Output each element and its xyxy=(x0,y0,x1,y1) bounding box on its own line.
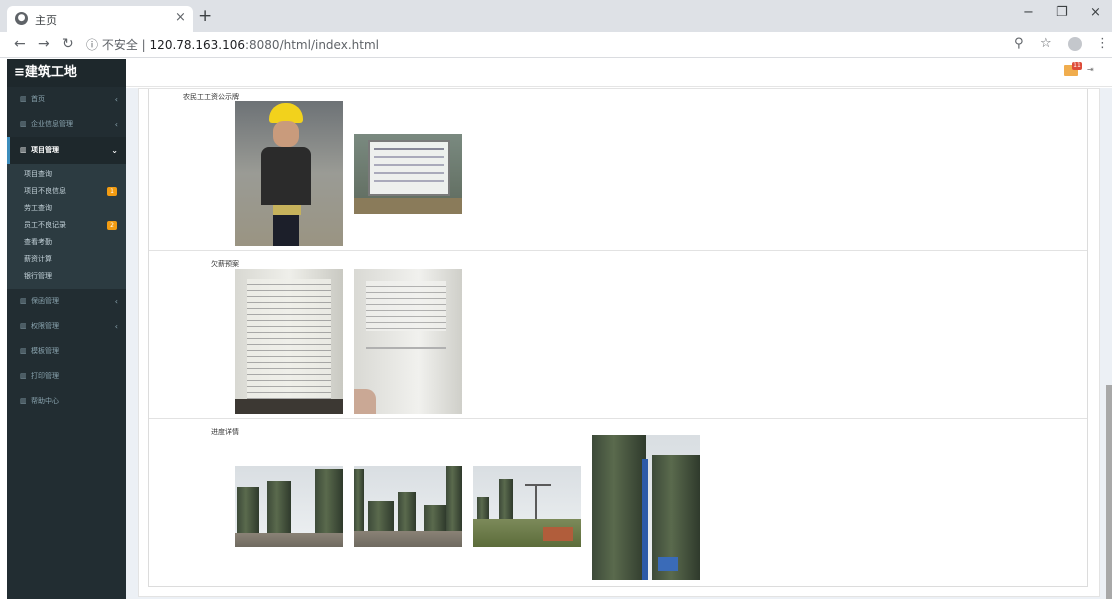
sidebar-item-label: 权限管理 xyxy=(31,322,59,330)
tab-close-button[interactable]: × xyxy=(175,10,186,25)
chart-icon: ▥ xyxy=(20,120,27,128)
sidebar-item-label: 保函管理 xyxy=(31,297,59,305)
sidebar-item-label: 企业信息管理 xyxy=(31,120,73,128)
count-badge: 2 xyxy=(107,221,117,230)
submenu-label: 员工不良记录 xyxy=(24,221,66,229)
wage-board-photo[interactable] xyxy=(354,134,462,214)
submenu-item-bank[interactable]: 银行管理 xyxy=(7,268,126,285)
globe-icon: ● xyxy=(15,12,28,25)
tower-photo[interactable] xyxy=(592,435,700,580)
url-host: 120.78.163.106 xyxy=(149,38,245,52)
page-scrollbar[interactable] xyxy=(1106,385,1112,599)
submenu-item-employee-bad-record[interactable]: 员工不良记录 2 xyxy=(7,217,126,234)
minimize-button[interactable]: − xyxy=(1023,5,1034,20)
count-badge: 1 xyxy=(107,187,117,196)
info-icon: ⓘ xyxy=(86,38,102,52)
close-window-button[interactable]: × xyxy=(1090,5,1101,20)
sidebar-item-label: 打印管理 xyxy=(31,372,59,380)
section-label: 进度详情 xyxy=(211,428,239,436)
submenu-label: 劳工查询 xyxy=(24,204,52,212)
arrears-plan-section: 欠薪预案 xyxy=(149,251,1087,419)
site-photo[interactable] xyxy=(473,466,581,547)
url-separator: | xyxy=(141,38,146,52)
chevron-left-icon: ‹ xyxy=(114,297,118,306)
wage-board-section: 农民工工资公示牌 xyxy=(149,89,1087,251)
sidebar-item-label: 项目管理 xyxy=(31,146,59,154)
star-icon[interactable]: ☆ xyxy=(1040,36,1052,51)
submenu-item-worker-query[interactable]: 劳工查询 xyxy=(7,200,126,217)
browser-tab-bar: ● 主页 × + − ❐ × xyxy=(0,0,1112,32)
sidebar: ≡建筑工地 ▥ 首页 ‹ ▥ 企业信息管理 ‹ ▥ 项目管理 ⌄ 项目查询 项目不良信息 1 … xyxy=(7,59,126,599)
back-icon[interactable]: ← xyxy=(14,36,26,52)
sidebar-item-permission[interactable]: ▥ 权限管理 ‹ xyxy=(7,314,126,339)
site-photo[interactable] xyxy=(354,466,462,547)
zoom-icon[interactable]: ⚲ xyxy=(1014,36,1024,51)
submenu-label: 项目查询 xyxy=(24,170,52,178)
chart-icon: ▥ xyxy=(20,297,27,305)
chevron-left-icon: ‹ xyxy=(114,95,118,104)
chart-icon: ▥ xyxy=(20,95,27,103)
submenu-item-project-bad-info[interactable]: 项目不良信息 1 xyxy=(7,183,126,200)
submenu-item-project-query[interactable]: 项目查询 xyxy=(7,166,126,183)
chevron-down-icon: ⌄ xyxy=(111,146,118,155)
site-photo[interactable] xyxy=(235,466,343,547)
menu-icon[interactable]: ⋮ xyxy=(1096,36,1109,51)
sidebar-item-help[interactable]: ▥ 帮助中心 xyxy=(7,389,126,414)
new-tab-button[interactable]: + xyxy=(198,6,212,26)
reload-icon[interactable]: ↻ xyxy=(62,36,74,52)
url-field[interactable]: ⓘ 不安全 | 120.78.163.106:8080/html/index.h… xyxy=(86,35,998,55)
chart-icon: ▥ xyxy=(20,397,27,405)
section-label: 农民工工资公示牌 xyxy=(183,93,239,101)
chart-icon: ▥ xyxy=(20,372,27,380)
browser-tab[interactable]: ● 主页 × xyxy=(7,6,193,32)
url-insecure-label: 不安全 xyxy=(101,38,138,52)
project-submenu: 项目查询 项目不良信息 1 劳工查询 员工不良记录 2 查看考勤 薪资计算 银行管理 xyxy=(7,164,126,289)
top-header: 11 ⇥ xyxy=(126,59,1112,87)
submenu-label: 查看考勤 xyxy=(24,238,52,246)
detail-panel: 农民工工资公示牌 欠薪预案 进度详情 xyxy=(138,88,1100,597)
document-photo[interactable] xyxy=(354,269,462,414)
section-label: 欠薪预案 xyxy=(211,260,239,268)
sidebar-item-template[interactable]: ▥ 模板管理 xyxy=(7,339,126,364)
submenu-label: 银行管理 xyxy=(24,272,52,280)
document-photo[interactable] xyxy=(235,269,343,414)
submenu-item-attendance[interactable]: 查看考勤 xyxy=(7,234,126,251)
detail-table: 农民工工资公示牌 欠薪预案 进度详情 xyxy=(148,89,1088,587)
sidebar-item-company[interactable]: ▥ 企业信息管理 ‹ xyxy=(7,112,126,137)
sidebar-item-guarantee[interactable]: ▥ 保函管理 ‹ xyxy=(7,289,126,314)
chart-icon: ▥ xyxy=(20,146,27,154)
sidebar-item-label: 模板管理 xyxy=(31,347,59,355)
submenu-item-salary[interactable]: 薪资计算 xyxy=(7,251,126,268)
url-path: :8080/html/index.html xyxy=(244,38,379,52)
notification-badge: 11 xyxy=(1072,62,1082,70)
profile-avatar[interactable] xyxy=(1068,37,1082,51)
submenu-label: 薪资计算 xyxy=(24,255,52,263)
worker-photo[interactable] xyxy=(235,101,343,246)
address-bar: ← → ↻ ⓘ 不安全 | 120.78.163.106:8080/html/i… xyxy=(0,32,1112,58)
tab-title: 主页 xyxy=(35,14,57,27)
logout-icon[interactable]: ⇥ xyxy=(1087,65,1094,74)
chart-icon: ▥ xyxy=(20,322,27,330)
main-content: 农民工工资公示牌 欠薪预案 进度详情 xyxy=(126,88,1112,599)
chevron-left-icon: ‹ xyxy=(114,120,118,129)
submenu-label: 项目不良信息 xyxy=(24,187,66,195)
chevron-left-icon: ‹ xyxy=(114,322,118,331)
restore-button[interactable]: ❐ xyxy=(1056,5,1068,20)
sidebar-item-project[interactable]: ▥ 项目管理 ⌄ xyxy=(7,137,126,164)
forward-icon[interactable]: → xyxy=(38,36,50,52)
sidebar-item-label: 首页 xyxy=(31,95,45,103)
sidebar-item-label: 帮助中心 xyxy=(31,397,59,405)
app-brand[interactable]: ≡建筑工地 xyxy=(7,59,126,87)
sidebar-item-print[interactable]: ▥ 打印管理 xyxy=(7,364,126,389)
sidebar-item-home[interactable]: ▥ 首页 ‹ xyxy=(7,87,126,112)
chart-icon: ▥ xyxy=(20,347,27,355)
progress-section: 进度详情 xyxy=(149,419,1087,587)
